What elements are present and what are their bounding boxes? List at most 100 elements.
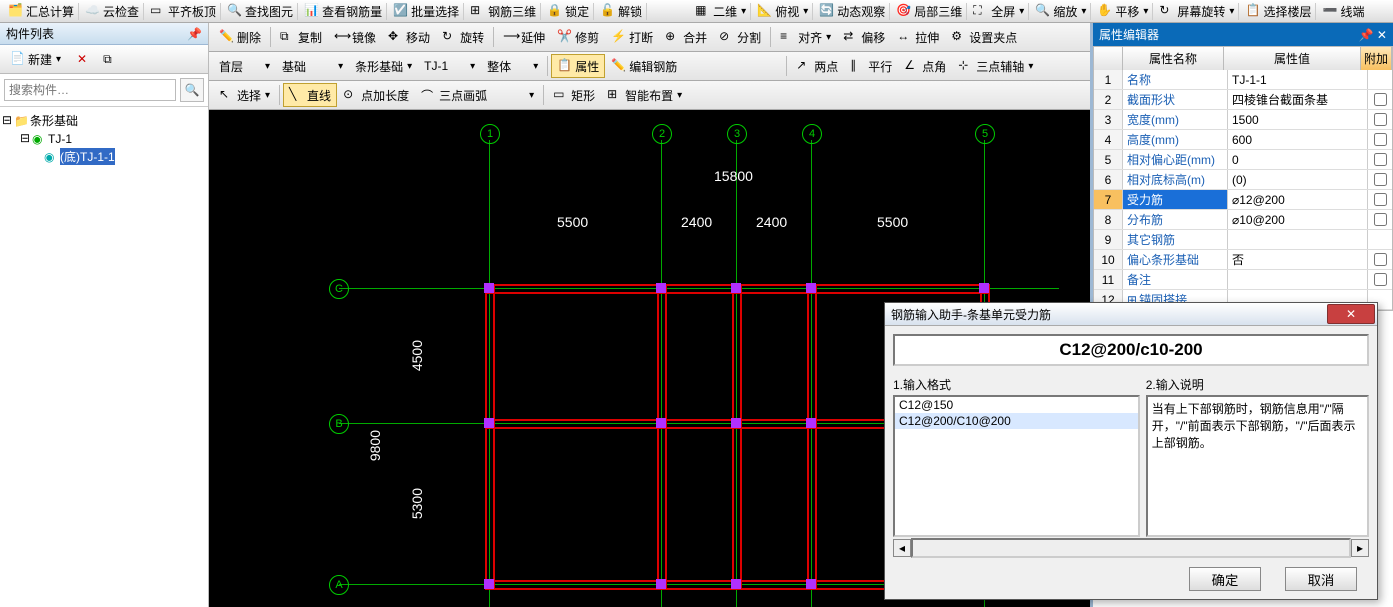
tree-leaf[interactable]: ◉(底)TJ-1-1 xyxy=(2,147,206,166)
checkbox[interactable] xyxy=(1374,253,1387,266)
property-row[interactable]: 4高度(mm)600 xyxy=(1094,130,1392,150)
checkbox[interactable] xyxy=(1374,93,1387,106)
prop-value[interactable]: TJ-1-1 xyxy=(1228,70,1367,89)
tb-axis[interactable]: ⊹三点辅轴▾ xyxy=(952,54,1039,78)
checkbox[interactable] xyxy=(1374,193,1387,206)
menu-2d[interactable]: ▦二维▾ xyxy=(691,3,751,20)
menu-local3d[interactable]: 🎯局部三维 xyxy=(892,3,967,20)
property-row[interactable]: 1名称TJ-1-1 xyxy=(1094,70,1392,90)
tb-parallel[interactable]: ∥平行 xyxy=(844,54,898,78)
property-row[interactable]: 3宽度(mm)1500 xyxy=(1094,110,1392,130)
tb-copy[interactable]: ⧉复制 xyxy=(274,25,328,49)
tb-offset[interactable]: ⇄偏移 xyxy=(837,25,891,49)
prop-checkbox[interactable] xyxy=(1367,130,1392,149)
prop-value[interactable]: ⌀10@200 xyxy=(1228,210,1367,229)
grip-handle[interactable] xyxy=(731,579,741,589)
delete-button[interactable]: ✕ xyxy=(71,47,93,71)
dd-scope[interactable]: 整体▾ xyxy=(481,54,544,78)
pin-icon[interactable]: 📌 xyxy=(187,27,202,41)
menu-rebar3d[interactable]: ⊞钢筋三维 xyxy=(466,3,541,20)
pin-icon[interactable]: 📌 ✕ xyxy=(1359,28,1387,42)
grip-handle[interactable] xyxy=(979,283,989,293)
ok-button[interactable]: 确定 xyxy=(1189,567,1261,591)
tb-trim[interactable]: ✂️修剪 xyxy=(551,25,605,49)
property-row[interactable]: 6相对底标高(m)(0) xyxy=(1094,170,1392,190)
property-row[interactable]: 7受力筋⌀12@200 xyxy=(1094,190,1392,210)
prop-value[interactable]: 0 xyxy=(1228,150,1367,169)
prop-checkbox[interactable] xyxy=(1367,270,1392,289)
tb-ptangle[interactable]: ∠点角 xyxy=(898,54,952,78)
menu-sum[interactable]: 🗂️汇总计算 xyxy=(4,3,79,20)
prop-value[interactable]: 四棱锥台截面条基 xyxy=(1228,90,1367,109)
property-row[interactable]: 8分布筋⌀10@200 xyxy=(1094,210,1392,230)
menu-pan[interactable]: ✋平移▾ xyxy=(1093,3,1153,20)
tb-break[interactable]: ⚡打断 xyxy=(605,25,659,49)
format-list[interactable]: C12@150 C12@200/C10@200 xyxy=(893,395,1140,537)
dialog-close-button[interactable]: ✕ xyxy=(1327,304,1375,324)
checkbox[interactable] xyxy=(1374,173,1387,186)
checkbox[interactable] xyxy=(1374,133,1387,146)
property-row[interactable]: 2截面形状四棱锥台截面条基 xyxy=(1094,90,1392,110)
grip-handle[interactable] xyxy=(656,418,666,428)
prop-checkbox[interactable] xyxy=(1367,230,1392,249)
menu-zoom[interactable]: 🔍缩放▾ xyxy=(1031,3,1091,20)
tb-mirror[interactable]: ⟷镜像 xyxy=(328,25,382,49)
prop-value[interactable]: (0) xyxy=(1228,170,1367,189)
prop-value[interactable]: 1500 xyxy=(1228,110,1367,129)
checkbox[interactable] xyxy=(1374,153,1387,166)
dd-tj[interactable]: TJ-1▾ xyxy=(418,54,481,78)
menu-lineend[interactable]: ➖线端 xyxy=(1318,3,1368,20)
prop-value[interactable] xyxy=(1228,230,1367,249)
menu-full[interactable]: ⛶全屏▾ xyxy=(969,3,1029,20)
prop-checkbox[interactable] xyxy=(1367,70,1392,89)
tb-delete[interactable]: ✏️删除 xyxy=(213,25,267,49)
property-row[interactable]: 10偏心条形基础否 xyxy=(1094,250,1392,270)
tb-merge[interactable]: ⊕合并 xyxy=(659,25,713,49)
new-button[interactable]: 📄新建▾ xyxy=(4,47,67,71)
line-tool[interactable]: ╲直线 xyxy=(283,83,337,107)
dialog-scrollbar[interactable]: ◂ ▸ xyxy=(893,539,1369,557)
prop-checkbox[interactable] xyxy=(1367,110,1392,129)
search-input[interactable] xyxy=(4,79,176,101)
tb-split[interactable]: ⊘分割 xyxy=(713,25,767,49)
grip-handle[interactable] xyxy=(484,579,494,589)
tb-move[interactable]: ✥移动 xyxy=(382,25,436,49)
prop-value[interactable]: ⌀12@200 xyxy=(1228,190,1367,209)
grip-handle[interactable] xyxy=(806,579,816,589)
tb-snap[interactable]: ⚙设置夹点 xyxy=(945,25,1023,49)
grip-handle[interactable] xyxy=(484,418,494,428)
tree-child[interactable]: ⊟◉TJ-1 xyxy=(2,130,206,147)
dd-type[interactable]: 条形基础▾ xyxy=(349,54,418,78)
prop-checkbox[interactable] xyxy=(1367,170,1392,189)
property-row[interactable]: 5相对偏心距(mm)0 xyxy=(1094,150,1392,170)
tree-root[interactable]: ⊟📁条形基础 xyxy=(2,111,206,130)
edit-rebar-button[interactable]: ✏️编辑钢筋 xyxy=(605,54,683,78)
tb-2pt[interactable]: ↗两点 xyxy=(790,54,844,78)
copy-button[interactable]: ⧉ xyxy=(97,47,118,71)
tb-align[interactable]: ≡对齐▾ xyxy=(774,25,837,49)
ptlen-tool[interactable]: ⊙点加长度 xyxy=(337,83,415,107)
grip-handle[interactable] xyxy=(806,418,816,428)
tb-stretch[interactable]: ↔拉伸 xyxy=(891,25,945,49)
cancel-button[interactable]: 取消 xyxy=(1285,567,1357,591)
rect-tool[interactable]: ▭矩形 xyxy=(547,83,601,107)
grip-handle[interactable] xyxy=(484,283,494,293)
component-tree[interactable]: ⊟📁条形基础 ⊟◉TJ-1 ◉(底)TJ-1-1 xyxy=(0,107,208,607)
dd-cat[interactable]: 基础▾ xyxy=(276,54,349,78)
menu-find[interactable]: 🔍查找图元 xyxy=(223,3,298,20)
auto-layout[interactable]: ⊞智能布置▾ xyxy=(601,83,688,107)
menu-layer[interactable]: 📋选择楼层 xyxy=(1241,3,1316,20)
property-row[interactable]: 11备注 xyxy=(1094,270,1392,290)
attr-button[interactable]: 📋属性 xyxy=(551,54,605,78)
checkbox[interactable] xyxy=(1374,213,1387,226)
dialog-value[interactable]: C12@200/c10-200 xyxy=(893,334,1369,366)
menu-flat[interactable]: ▭平齐板顶 xyxy=(146,3,221,20)
grip-handle[interactable] xyxy=(806,283,816,293)
grip-handle[interactable] xyxy=(656,283,666,293)
list-item[interactable]: C12@200/C10@200 xyxy=(895,413,1138,429)
menu-dynamic[interactable]: 🔄动态观察 xyxy=(815,3,890,20)
tb-extend[interactable]: ⟶延伸 xyxy=(497,25,551,49)
grip-handle[interactable] xyxy=(731,283,741,293)
grip-handle[interactable] xyxy=(656,579,666,589)
menu-batch[interactable]: ☑️批量选择 xyxy=(389,3,464,20)
